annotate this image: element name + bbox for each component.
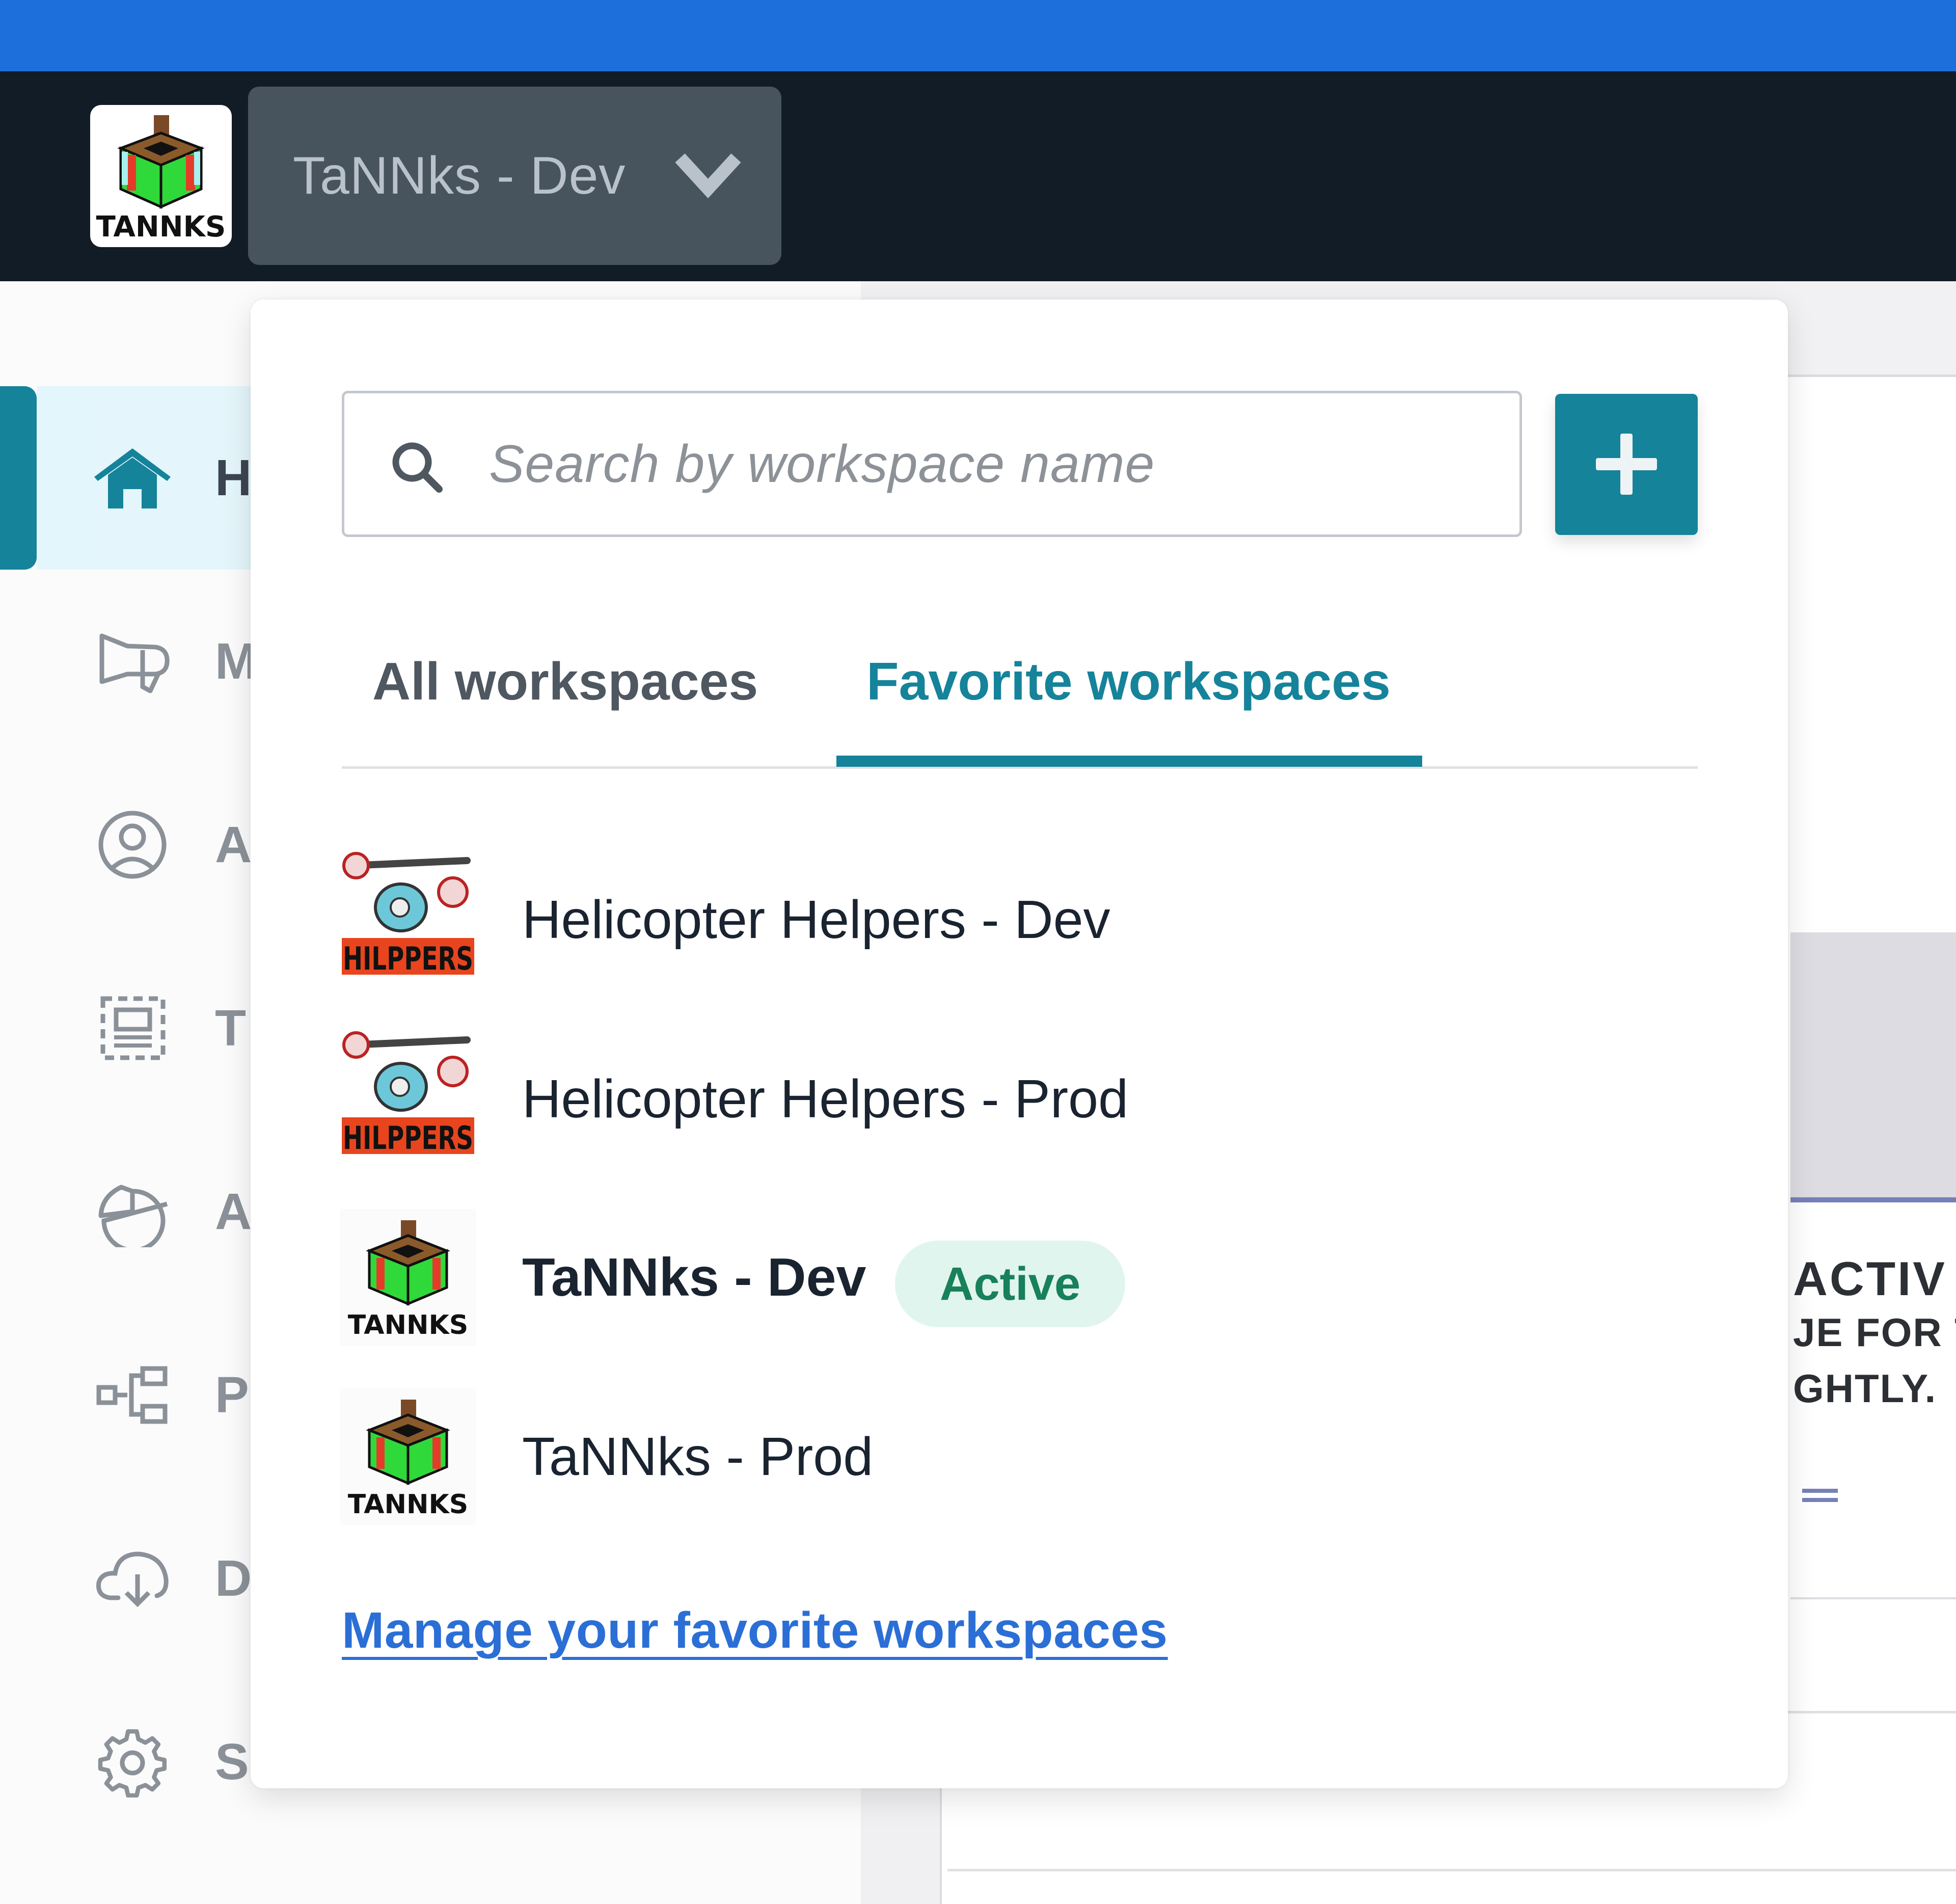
active-tab-indicator	[836, 756, 1422, 767]
card-image-placeholder	[1790, 932, 1956, 1202]
chevron-down-icon	[675, 153, 741, 199]
workspace-name: Helicopter Helpers - Prod	[522, 1069, 1129, 1129]
search-field[interactable]	[342, 391, 1522, 537]
app-logo[interactable]: TANNKS	[90, 105, 232, 247]
hilppers-logo-icon: HILPPERS	[342, 852, 474, 977]
home-icon	[94, 448, 171, 508]
divider	[1790, 1597, 1956, 1599]
template-icon	[100, 996, 166, 1060]
svg-text:TANNKS: TANNKS	[96, 210, 226, 244]
sidebar-active-indicator	[0, 386, 37, 570]
active-status-badge: Active	[895, 1241, 1126, 1327]
svg-text:HILPPERS: HILPPERS	[343, 1119, 473, 1157]
card-text: ACTIV JE FOR T GHTLY.	[1793, 1253, 1956, 1416]
card-line: JE FOR T	[1793, 1310, 1956, 1355]
svg-text:TANNKS: TANNKS	[348, 1489, 468, 1520]
workspace-list-item[interactable]: HILPPERS Helicopter Helpers - Dev	[340, 851, 1664, 1004]
search-input[interactable]	[488, 393, 1499, 535]
tab-all-workspaces[interactable]: All workspaces	[372, 615, 758, 766]
workspace-list-item-active[interactable]: TANNKS TaNNks - Dev Active	[340, 1209, 1664, 1362]
user-circle-icon	[98, 811, 167, 879]
add-workspace-button[interactable]	[1555, 394, 1698, 535]
tab-favorite-workspaces[interactable]: Favorite workspaces	[866, 615, 1391, 766]
megaphone-icon	[99, 633, 170, 693]
workspace-selector[interactable]: TaNNks - Dev	[248, 87, 781, 265]
pie-chart-icon	[98, 1185, 168, 1247]
manage-favorites-link[interactable]: Manage your favorite workspaces	[342, 1601, 1168, 1660]
tannks-logo-icon: TANNKS	[340, 1209, 476, 1346]
card-pagination[interactable]	[1802, 1486, 1884, 1502]
pipeline-icon	[96, 1366, 168, 1424]
svg-text:HILPPERS: HILPPERS	[343, 940, 473, 977]
cloud-download-icon	[96, 1551, 169, 1607]
hilppers-logo-icon: HILPPERS	[342, 1031, 474, 1157]
tannks-logo-icon: TANNKS	[96, 115, 226, 244]
svg-text:TANNKS: TANNKS	[348, 1310, 468, 1340]
workspace-name: TaNNks - Dev	[522, 1247, 866, 1307]
workspace-name: Helicopter Helpers - Dev	[522, 890, 1110, 950]
workspace-list-item[interactable]: TANNKS TaNNks - Prod	[340, 1388, 1664, 1541]
search-icon	[392, 442, 443, 493]
workspace-name: TaNNks - Prod	[522, 1427, 874, 1487]
workspace-list-item[interactable]: HILPPERS Helicopter Helpers - Prod	[340, 1031, 1664, 1184]
top-accent-bar	[0, 0, 1956, 71]
gear-icon	[98, 1729, 167, 1798]
divider	[947, 1869, 1956, 1871]
workspace-dropdown: All workspaces Favorite workspaces HILPP…	[251, 300, 1788, 1788]
tannks-logo-icon: TANNKS	[340, 1388, 476, 1525]
workspace-selector-label: TaNNks - Dev	[293, 146, 626, 205]
workspace-tabs: All workspaces Favorite workspaces	[342, 615, 1698, 769]
card-heading: ACTIV	[1793, 1253, 1947, 1305]
card-line: GHTLY.	[1793, 1366, 1937, 1411]
